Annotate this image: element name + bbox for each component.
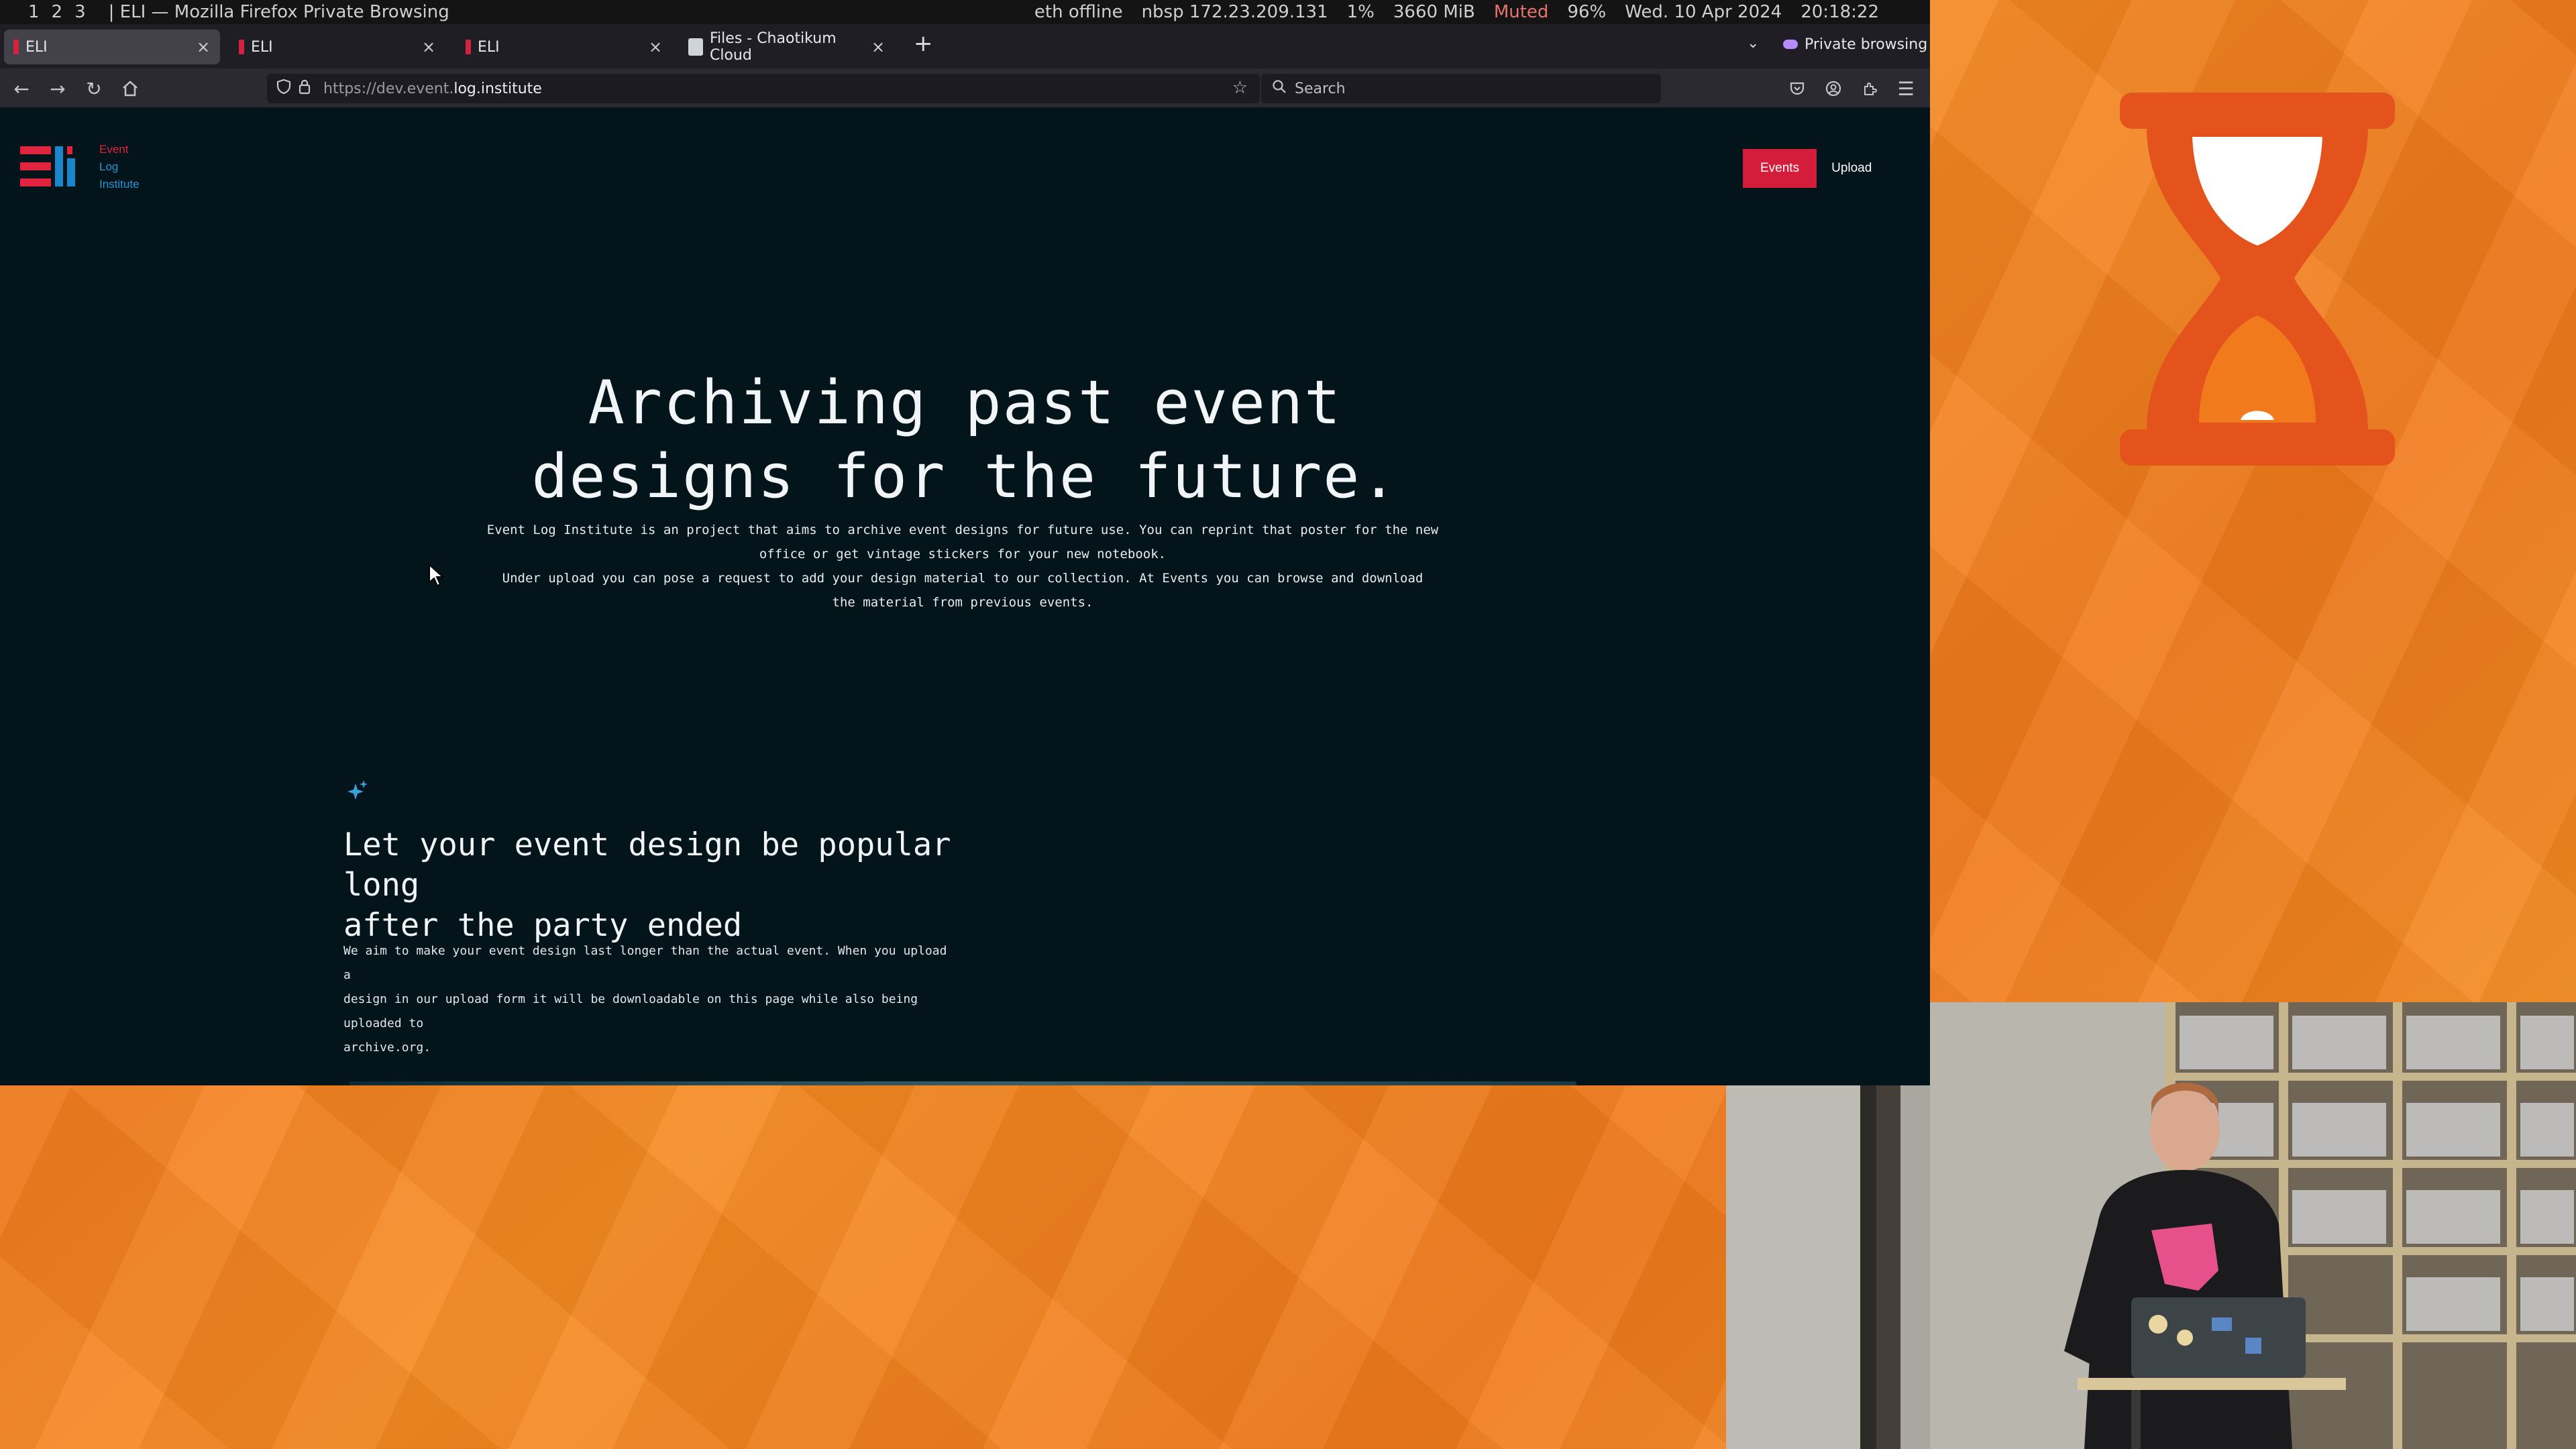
feature-text-line-2: design in our upload form it will be dow… <box>343 992 918 1030</box>
sparkle-icon <box>345 778 369 805</box>
search-placeholder: Search <box>1295 80 1346 97</box>
home-icon[interactable] <box>115 74 145 103</box>
forward-icon[interactable]: → <box>43 74 72 103</box>
eli-favicon-icon <box>239 40 244 54</box>
workspace-1[interactable]: 1 <box>28 2 40 22</box>
search-input[interactable]: Search <box>1261 74 1661 103</box>
hourglass-icon <box>2113 87 2402 476</box>
logo-word-log: Log <box>99 160 119 173</box>
tab-bar: ELI × ELI × ELI × Files - Chaotikum Clou… <box>0 24 1930 68</box>
site-nav: Events Upload <box>1743 149 1872 188</box>
tab-eli-1[interactable]: ELI × <box>4 30 220 64</box>
memory-usage: 3660 MiB <box>1393 2 1475 22</box>
reload-icon[interactable]: ↻ <box>79 74 109 103</box>
tab-files-cloud[interactable]: Files - Chaotikum Cloud × <box>679 30 895 64</box>
clock: 20:18:22 <box>1801 2 1879 22</box>
hero-paragraph-1b: office or get vintage stickers for your … <box>759 547 1167 561</box>
hero-description: Event Log Institute is an project that a… <box>470 518 1456 614</box>
hero-title: Archiving past event designs for the fut… <box>0 366 1930 514</box>
url-text[interactable]: https://dev.event.log.institute <box>323 80 542 97</box>
logo-word-event: Event <box>99 143 129 156</box>
url-host: log.institute <box>453 80 542 97</box>
status-bar: eth offline nbsp 172.23.209.131 1% 3660 … <box>1034 0 1879 24</box>
tab-label: ELI <box>478 38 500 56</box>
feature-text-line-3: archive.org. <box>343 1040 431 1055</box>
window-manager-bar: 1 2 3 | ELI — Mozilla Firefox Private Br… <box>0 0 1930 24</box>
tab-label: ELI <box>251 38 273 56</box>
eli-favicon-icon <box>466 40 471 54</box>
workspace-3[interactable]: 3 <box>74 2 86 22</box>
window-title: | ELI — Mozilla Firefox Private Browsing <box>108 2 449 22</box>
webcam-side-strip <box>1726 1085 1930 1449</box>
navigation-toolbar: ← → ↻ https://dev.event.log.institute ☆ … <box>0 68 1930 107</box>
new-tab-button[interactable]: + <box>914 32 933 55</box>
close-tab-icon[interactable]: × <box>868 38 888 56</box>
webcam-feed <box>1930 1002 2576 1449</box>
tab-label: Files - Chaotikum Cloud <box>710 30 837 64</box>
workspace-list: 1 2 3 <box>28 2 86 22</box>
menu-icon[interactable]: ☰ <box>1891 74 1921 103</box>
date: Wed. 10 Apr 2024 <box>1625 2 1782 22</box>
battery-status: 96% <box>1567 2 1607 22</box>
private-browsing-indicator: Private browsing <box>1783 31 1927 58</box>
network-status: nbsp 172.23.209.131 <box>1141 2 1328 22</box>
upload-link[interactable]: Upload <box>1831 161 1872 176</box>
extensions-icon[interactable] <box>1855 74 1884 103</box>
feature-title: Let your event design be popular long af… <box>343 825 1014 946</box>
web-page: Event Log Institute Events Upload Archiv… <box>0 107 1930 1085</box>
screen-capture: 1 2 3 | ELI — Mozilla Firefox Private Br… <box>0 0 1930 1085</box>
feature-description: We aim to make your event design last lo… <box>343 939 947 1060</box>
logo-wordmark: Event Log Institute <box>99 141 140 193</box>
tab-label: ELI <box>25 38 48 56</box>
private-browsing-label: Private browsing <box>1805 36 1928 53</box>
file-favicon-icon <box>688 38 703 56</box>
section-divider <box>349 1081 1576 1085</box>
toolbar-actions: ☰ <box>1782 74 1930 103</box>
close-tab-icon[interactable]: × <box>645 38 665 56</box>
site-logo[interactable]: Event Log Institute <box>20 142 140 193</box>
close-tab-icon[interactable]: × <box>419 38 439 56</box>
volume-status: Muted <box>1493 2 1549 22</box>
hero-paragraph-2a: Under upload you can pose a request to a… <box>502 571 1424 586</box>
account-icon[interactable] <box>1819 74 1848 103</box>
hero-paragraph-2b: the material from previous events. <box>832 595 1093 610</box>
hero-paragraph-1a: Event Log Institute is an project that a… <box>486 523 1439 537</box>
private-mask-icon <box>1783 40 1798 49</box>
search-icon <box>1272 79 1287 98</box>
workspace-2[interactable]: 2 <box>52 2 63 22</box>
back-icon[interactable]: ← <box>7 74 36 103</box>
eth-status: eth offline <box>1034 2 1123 22</box>
cpu-usage: 1% <box>1346 2 1375 22</box>
list-all-tabs-icon[interactable]: ⌄ <box>1747 35 1759 52</box>
hero-title-line-2: designs for the future. <box>531 441 1399 512</box>
logo-word-institute: Institute <box>99 178 140 191</box>
eli-favicon-icon <box>13 40 19 54</box>
url-prefix: https://dev.event. <box>323 80 454 97</box>
shield-icon[interactable] <box>276 78 291 99</box>
feature-title-line-2: after the party ended <box>343 907 743 944</box>
hero-title-line-1: Archiving past event <box>588 368 1342 438</box>
address-bar[interactable]: https://dev.event.log.institute ☆ <box>267 74 1260 103</box>
tab-eli-2[interactable]: ELI × <box>229 30 445 64</box>
lock-icon[interactable] <box>298 78 311 99</box>
pocket-icon[interactable] <box>1782 74 1812 103</box>
feature-title-line-1: Let your event design be popular long <box>343 826 951 904</box>
feature-text-line-1: We aim to make your event design last lo… <box>343 944 947 982</box>
close-tab-icon[interactable]: × <box>193 38 213 56</box>
bookmark-star-icon[interactable]: ☆ <box>1232 78 1248 98</box>
tab-eli-3[interactable]: ELI × <box>456 30 672 64</box>
eli-logo-icon <box>20 142 90 191</box>
events-button[interactable]: Events <box>1743 149 1817 188</box>
